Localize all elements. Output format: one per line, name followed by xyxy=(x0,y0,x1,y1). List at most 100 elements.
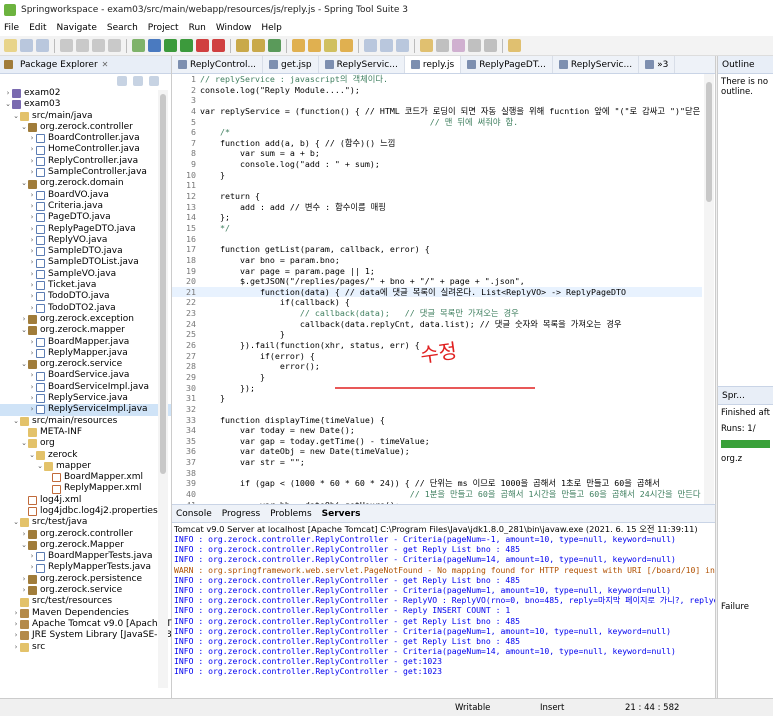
menu-window[interactable]: Window xyxy=(216,23,252,33)
tree-item[interactable]: log4j.xml xyxy=(0,495,171,506)
run-icon[interactable] xyxy=(164,39,177,52)
tree-item[interactable]: › SampleDTOList.java xyxy=(0,257,171,268)
tree-item[interactable]: › org.zerock.controller xyxy=(0,529,171,540)
expand-down-icon[interactable]: ⌄ xyxy=(12,416,20,427)
show-whitespace-icon[interactable] xyxy=(396,39,409,52)
tree-item[interactable]: › Maven Dependencies xyxy=(0,608,171,619)
tree-item[interactable]: ⌄ zerock xyxy=(0,450,171,461)
tree-item[interactable]: ⌄ org.zerock.Mapper xyxy=(0,540,171,551)
menu-search[interactable]: Search xyxy=(107,23,138,33)
explorer-scrollbar[interactable] xyxy=(158,90,168,688)
tree-item[interactable]: › org.zerock.exception xyxy=(0,314,171,325)
menu-file[interactable]: File xyxy=(4,23,19,33)
new-class-icon[interactable] xyxy=(252,39,265,52)
expand-right-icon[interactable]: › xyxy=(28,235,36,246)
close-icon[interactable]: ✕ xyxy=(102,60,109,69)
tree-item[interactable]: log4jdbc.log4j2.properties xyxy=(0,506,171,517)
expand-down-icon[interactable]: ⌄ xyxy=(20,540,28,551)
open-type-icon[interactable] xyxy=(292,39,305,52)
tree-item[interactable]: › SampleVO.java xyxy=(0,269,171,280)
tree-item[interactable]: ⌄ org xyxy=(0,438,171,449)
expand-right-icon[interactable]: › xyxy=(12,630,20,641)
tree-item[interactable]: › BoardVO.java xyxy=(0,190,171,201)
new-package-icon[interactable] xyxy=(236,39,249,52)
expand-right-icon[interactable]: › xyxy=(12,608,20,619)
tree-item[interactable]: ⌄ org.zerock.service xyxy=(0,359,171,370)
server-icon[interactable] xyxy=(212,39,225,52)
coverage-icon[interactable] xyxy=(180,39,193,52)
expand-right-icon[interactable]: › xyxy=(28,382,36,393)
tree-item[interactable]: › TodoDTO2.java xyxy=(0,303,171,314)
menu-edit[interactable]: Edit xyxy=(29,23,46,33)
tree-item[interactable]: › Apache Tomcat v9.0 [Apache T xyxy=(0,619,171,630)
tree-item[interactable]: ⌄ src/main/resources xyxy=(0,416,171,427)
tree-item[interactable]: › ReplyServiceImpl.java xyxy=(0,404,171,416)
save-icon[interactable] xyxy=(20,39,33,52)
tab-problems[interactable]: Problems xyxy=(270,509,311,519)
tree-item[interactable]: › BoardService.java xyxy=(0,370,171,381)
menu-help[interactable]: Help xyxy=(261,23,282,33)
expand-right-icon[interactable]: › xyxy=(28,190,36,201)
terminate-icon[interactable] xyxy=(108,39,121,52)
expand-right-icon[interactable]: › xyxy=(28,201,36,212)
tree-item[interactable]: › org.zerock.service xyxy=(0,585,171,596)
tree-item[interactable]: ⌄ src/test/java xyxy=(0,517,171,528)
tree-item[interactable]: › BoardServiceImpl.java xyxy=(0,382,171,393)
package-explorer-tab[interactable]: Package Explorer ✕ xyxy=(0,56,171,74)
tab-servers[interactable]: Servers xyxy=(322,509,361,519)
tree-item[interactable]: › ReplyVO.java xyxy=(0,235,171,246)
forward-icon[interactable] xyxy=(484,39,497,52)
expand-down-icon[interactable]: ⌄ xyxy=(20,325,28,336)
expand-right-icon[interactable]: › xyxy=(20,585,28,596)
expand-right-icon[interactable]: › xyxy=(12,642,20,653)
tree-item[interactable]: › JRE System Library [JavaSE-1.8 xyxy=(0,630,172,641)
toggle-mark-icon[interactable] xyxy=(364,39,377,52)
open-task-icon[interactable] xyxy=(308,39,321,52)
tree-item[interactable]: › SampleDTO.java xyxy=(0,246,171,257)
expand-down-icon[interactable]: ⌄ xyxy=(12,517,20,528)
expand-right-icon[interactable]: › xyxy=(20,574,28,585)
expand-right-icon[interactable]: › xyxy=(28,370,36,381)
editor-tab[interactable]: ReplyServic... xyxy=(319,56,405,73)
resume-icon[interactable] xyxy=(76,39,89,52)
expand-right-icon[interactable]: › xyxy=(28,562,36,573)
expand-right-icon[interactable]: › xyxy=(28,404,36,415)
tree-item[interactable]: ReplyMapper.xml xyxy=(0,483,171,494)
expand-right-icon[interactable]: › xyxy=(20,529,28,540)
code-editor[interactable]: 1 // replyService : javascript의 객체이다. 2 con… xyxy=(172,74,702,504)
tree-item[interactable]: › BoardController.java xyxy=(0,133,171,144)
tree-item[interactable]: › TodoDTO.java xyxy=(0,291,171,302)
expand-right-icon[interactable]: › xyxy=(28,167,36,178)
spring-icon[interactable] xyxy=(132,39,145,52)
expand-down-icon[interactable]: ⌄ xyxy=(20,359,28,370)
expand-right-icon[interactable]: › xyxy=(12,619,20,630)
expand-right-icon[interactable]: › xyxy=(28,246,36,257)
tree-item[interactable]: › PageDTO.java xyxy=(0,212,171,223)
debug-icon[interactable] xyxy=(148,39,161,52)
junit-failure-tab[interactable]: Failure xyxy=(721,602,749,612)
save-all-icon[interactable] xyxy=(36,39,49,52)
tree-item[interactable]: › ReplyPageDTO.java xyxy=(0,224,171,235)
tree-item[interactable]: › ReplyMapper.java xyxy=(0,348,171,359)
tree-item[interactable]: ⌄ exam03 xyxy=(0,99,171,110)
menu-run[interactable]: Run xyxy=(189,23,206,33)
tree-item[interactable]: ⌄ org.zerock.mapper xyxy=(0,325,171,336)
expand-right-icon[interactable]: › xyxy=(28,337,36,348)
expand-down-icon[interactable]: ⌄ xyxy=(20,178,28,189)
tree-item[interactable]: ⌄ mapper xyxy=(0,461,171,472)
expand-right-icon[interactable]: › xyxy=(28,144,36,155)
expand-down-icon[interactable]: ⌄ xyxy=(20,122,28,133)
tree-item[interactable]: › HomeController.java xyxy=(0,144,171,155)
toggle-block-icon[interactable] xyxy=(380,39,393,52)
tree-item[interactable]: › org.zerock.persistence xyxy=(0,574,171,585)
last-edit-icon[interactable] xyxy=(452,39,465,52)
menu-navigate[interactable]: Navigate xyxy=(57,23,97,33)
back-icon[interactable] xyxy=(468,39,481,52)
expand-right-icon[interactable]: › xyxy=(28,551,36,562)
expand-right-icon[interactable]: › xyxy=(4,88,12,99)
expand-right-icon[interactable]: › xyxy=(28,269,36,280)
new-icon[interactable] xyxy=(4,39,17,52)
tree-item[interactable]: ⌄ org.zerock.controller xyxy=(0,122,171,133)
new-web-icon[interactable] xyxy=(268,39,281,52)
editor-tab[interactable]: ReplyControl... xyxy=(172,56,264,73)
